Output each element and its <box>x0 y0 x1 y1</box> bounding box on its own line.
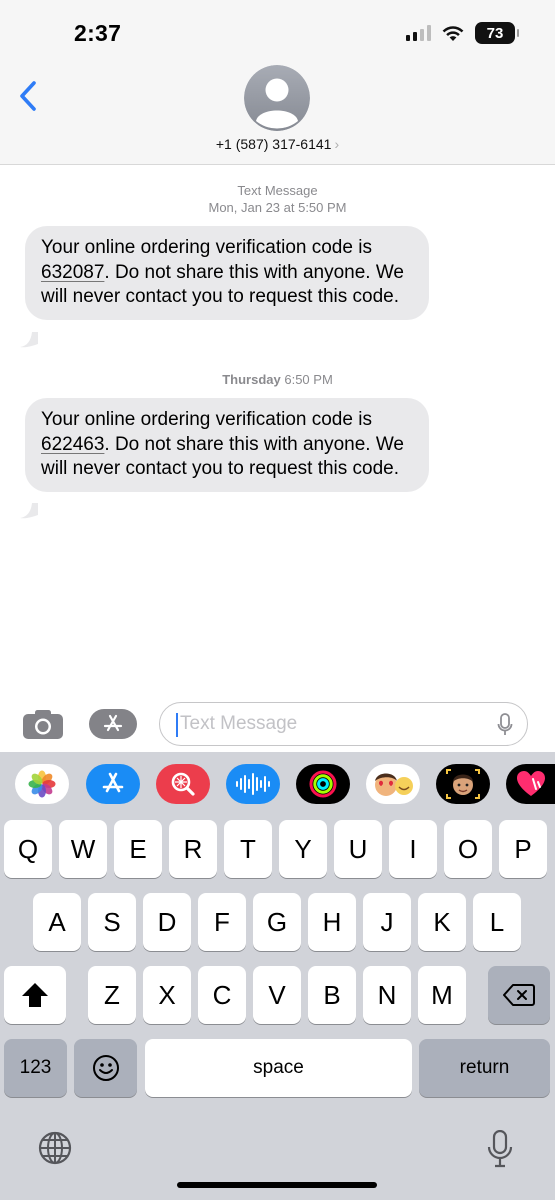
person-icon <box>244 65 310 131</box>
images-search-icon <box>171 772 195 796</box>
key-l[interactable]: L <box>473 893 521 951</box>
key-s[interactable]: S <box>88 893 136 951</box>
key-a[interactable]: A <box>33 893 81 951</box>
audio-message-icon <box>236 773 270 795</box>
app-store-icon <box>103 714 123 732</box>
camera-icon <box>23 710 63 739</box>
message-text: Your online ordering verification code i… <box>41 237 372 258</box>
microphone-icon <box>487 1129 513 1168</box>
key-w[interactable]: W <box>59 820 107 878</box>
contact-avatar[interactable] <box>244 65 310 131</box>
chevron-right-icon: › <box>334 136 340 152</box>
keyboard: Q W E R T Y U I O P A S D F G H J K L Z … <box>0 752 555 1200</box>
message-timestamp: Thursday 6:50 PM <box>0 371 555 388</box>
message-bubble[interactable]: Your online ordering verification code i… <box>25 398 429 492</box>
numbers-key[interactable]: 123 <box>4 1039 67 1097</box>
camera-button[interactable] <box>22 708 64 745</box>
app-store-app[interactable] <box>86 764 140 804</box>
app-store-icon <box>102 772 124 793</box>
key-h[interactable]: H <box>308 893 356 951</box>
key-u[interactable]: U <box>334 820 382 878</box>
return-key[interactable]: return <box>419 1039 550 1097</box>
memoji-icon <box>446 769 480 799</box>
message-text: Your online ordering verification code i… <box>41 409 372 430</box>
key-y[interactable]: Y <box>279 820 327 878</box>
emoji-key[interactable] <box>74 1039 137 1097</box>
backspace-icon <box>503 984 535 1006</box>
microphone-icon <box>497 713 513 735</box>
audio-message-app[interactable] <box>226 764 280 804</box>
contact-name-button[interactable]: +1 (587) 317-6141 › <box>0 136 555 152</box>
key-x[interactable]: X <box>143 966 191 1024</box>
key-o[interactable]: O <box>444 820 492 878</box>
status-time: 2:37 <box>74 20 122 46</box>
globe-icon <box>38 1131 72 1165</box>
delete-key[interactable] <box>488 966 550 1024</box>
key-v[interactable]: V <box>253 966 301 1024</box>
key-r[interactable]: R <box>169 820 217 878</box>
home-indicator <box>177 1182 377 1188</box>
space-key[interactable]: space <box>145 1039 412 1097</box>
message-service-label: Text Message <box>237 183 318 198</box>
key-n[interactable]: N <box>363 966 411 1024</box>
dictation-button[interactable] <box>497 713 513 742</box>
bubble-tail <box>20 332 38 348</box>
key-k[interactable]: K <box>418 893 466 951</box>
bubble-tail <box>20 503 38 519</box>
key-m[interactable]: M <box>418 966 466 1024</box>
memoji-stickers-icon <box>375 773 413 796</box>
key-e[interactable]: E <box>114 820 162 878</box>
message-time: 6:50 PM <box>284 372 333 387</box>
message-day: Thursday <box>222 372 281 387</box>
digital-touch-icon <box>516 771 545 796</box>
key-f[interactable]: F <box>198 893 246 951</box>
key-q[interactable]: Q <box>4 820 52 878</box>
key-g[interactable]: G <box>253 893 301 951</box>
battery-icon: 73 <box>475 22 519 44</box>
shift-icon <box>22 983 48 1007</box>
photos-app[interactable] <box>15 764 69 804</box>
imessage-app-drawer <box>0 752 555 816</box>
status-icons: 73 <box>406 21 519 45</box>
contact-phone: +1 (587) 317-6141 <box>215 136 332 152</box>
message-bubble[interactable]: Your online ordering verification code i… <box>25 226 429 320</box>
verification-code-link[interactable]: 632087 <box>41 262 104 283</box>
message-timestamp: Text Message Mon, Jan 23 at 5:50 PM <box>0 182 555 216</box>
message-input[interactable]: Text Message <box>159 702 528 746</box>
memoji-app[interactable] <box>436 764 490 804</box>
key-t[interactable]: T <box>224 820 272 878</box>
images-app[interactable] <box>156 764 210 804</box>
key-d[interactable]: D <box>143 893 191 951</box>
activity-app[interactable] <box>296 764 350 804</box>
verification-code-link[interactable]: 622463 <box>41 434 104 455</box>
key-j[interactable]: J <box>363 893 411 951</box>
app-drawer-button[interactable] <box>89 709 137 739</box>
message-date: Mon, Jan 23 at 5:50 PM <box>208 200 347 215</box>
dictation-key[interactable] <box>487 1129 513 1173</box>
text-cursor <box>176 713 178 737</box>
key-p[interactable]: P <box>499 820 547 878</box>
key-b[interactable]: B <box>308 966 356 1024</box>
key-z[interactable]: Z <box>88 966 136 1024</box>
wifi-icon <box>442 26 464 41</box>
back-button[interactable] <box>18 80 38 117</box>
cellular-signal-icon <box>406 25 431 41</box>
chevron-left-icon <box>20 81 36 111</box>
memoji-stickers-app[interactable] <box>366 764 420 804</box>
key-c[interactable]: C <box>198 966 246 1024</box>
globe-button[interactable] <box>37 1130 73 1171</box>
message-input-placeholder: Text Message <box>180 713 298 734</box>
digital-touch-app[interactable] <box>506 764 555 804</box>
activity-icon <box>309 770 337 798</box>
photos-icon <box>28 770 56 798</box>
shift-key[interactable] <box>4 966 66 1024</box>
conversation-header: 2:37 73 +1 (587) 317-6141 › <box>0 0 555 165</box>
key-i[interactable]: I <box>389 820 437 878</box>
emoji-icon <box>92 1055 119 1081</box>
